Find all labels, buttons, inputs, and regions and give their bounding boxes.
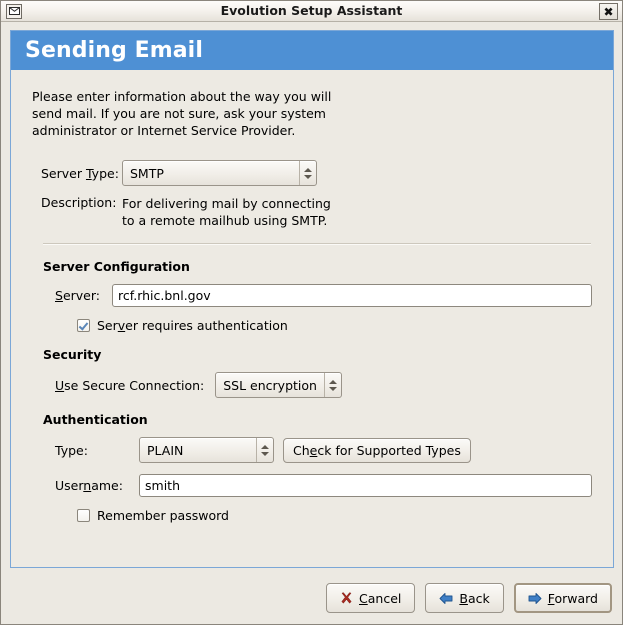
remember-password-row[interactable]: Remember password [77,508,595,523]
intro-text: Please enter information about the way y… [32,89,332,138]
username-label-post: ame: [91,478,123,493]
forward-label: Forward [548,591,598,606]
chevron-down-icon [261,451,269,456]
server-requires-auth-label: Server requires authentication [97,318,288,333]
arrow-right-icon [528,592,542,604]
chevron-down-icon [328,386,337,391]
page-title: Sending Email [25,38,203,63]
server-label-post: erver: [62,288,100,303]
assistant-content-frame: Sending Email Please enter information a… [10,30,614,568]
username-input[interactable]: smith [139,474,592,497]
cancel-label-post: ancel [367,590,402,606]
evolution-setup-assistant-window: Evolution Setup Assistant ✖ Sending Emai… [0,0,623,625]
server-requires-auth-label-pre: Ser [97,318,118,333]
secure-connection-row: Use Secure Connection: SSL encryption [29,372,595,398]
cancel-x-icon [341,591,352,604]
chevron-down-icon [304,174,312,179]
assistant-page-body: Please enter information about the way y… [11,70,613,523]
check-supported-types-label: Check for Supported Types [293,443,461,458]
username-label-pre: User [55,478,84,493]
cancel-button[interactable]: Cancel [326,583,416,613]
cancel-label-mnemonic: C [359,590,368,606]
server-requires-auth-row[interactable]: Server requires authentication [77,318,595,333]
arrow-left-icon [439,592,453,604]
dialog-action-area: Cancel Back Forward [326,583,612,613]
secure-connection-label-post: se Secure Connection: [64,377,205,393]
forward-button[interactable]: Forward [513,583,612,613]
check-supported-types-button[interactable]: Check for Supported Types [283,437,471,463]
description-line-1: For delivering mail by connecting [122,196,331,211]
back-button[interactable]: Back [425,583,504,613]
back-label-mnemonic: B [459,590,468,606]
envelope-icon [6,3,22,19]
server-requires-auth-checkbox[interactable] [77,319,90,332]
server-row: Server: rcf.rhic.bnl.gov [29,284,595,307]
back-label-post: ack [467,590,490,606]
window-titlebar[interactable]: Evolution Setup Assistant ✖ [1,1,622,22]
cancel-label: Cancel [359,591,401,606]
server-type-label-post: ype: [91,165,119,181]
description-row: Description: For delivering mail by conn… [29,195,595,229]
check-supported-types-label-pre: Ch [293,442,310,458]
chevron-updown-icon[interactable] [256,438,273,462]
auth-type-value: PLAIN [147,442,184,458]
server-type-label-pre: Server [41,165,86,181]
username-row: Username: smith [29,474,595,497]
chevron-updown-icon[interactable] [299,161,316,185]
page-banner: Sending Email [11,31,613,70]
secure-connection-label-mnemonic: U [55,377,65,393]
chevron-up-icon [304,167,312,172]
remember-password-checkbox[interactable] [77,509,90,522]
window-title: Evolution Setup Assistant [220,3,403,18]
server-label: Server: [29,288,112,303]
description-line-2: to a remote mailhub using SMTP. [122,213,328,228]
remember-password-label: Remember password [97,508,229,523]
authentication-heading: Authentication [43,412,148,427]
server-configuration-heading: Server Configuration [43,259,190,274]
secure-connection-value: SSL encryption [223,377,317,393]
envelope-glyph [8,7,20,15]
auth-type-row: Type: PLAIN Check for Supported Types [29,437,595,463]
section-separator [43,243,591,245]
server-type-row: Server Type: SMTP [29,160,595,186]
server-label-mnemonic: S [55,288,63,303]
secure-connection-label: Use Secure Connection: [29,378,204,393]
username-label: Username: [29,478,139,493]
forward-label-post: orward [554,590,598,606]
description-text: For delivering mail by connecting to a r… [122,195,331,229]
chevron-updown-icon[interactable] [323,373,341,397]
close-icon[interactable]: ✖ [599,3,618,20]
auth-type-label: Type: [55,442,88,458]
server-type-dropdown[interactable]: SMTP [122,160,317,186]
secure-connection-dropdown[interactable]: SSL encryption [215,372,342,398]
server-input[interactable]: rcf.rhic.bnl.gov [112,284,592,307]
security-heading: Security [43,347,102,362]
server-type-label: Server Type: [29,166,122,181]
auth-type-dropdown[interactable]: PLAIN [139,437,274,463]
back-label: Back [459,591,489,606]
chevron-up-icon [328,379,337,384]
server-type-value: SMTP [130,165,164,181]
chevron-up-icon [261,444,269,449]
check-supported-types-label-post: ck for Supported Types [317,442,461,458]
description-label: Description: [41,195,117,210]
server-requires-auth-label-post: er requires authentication [125,318,288,333]
